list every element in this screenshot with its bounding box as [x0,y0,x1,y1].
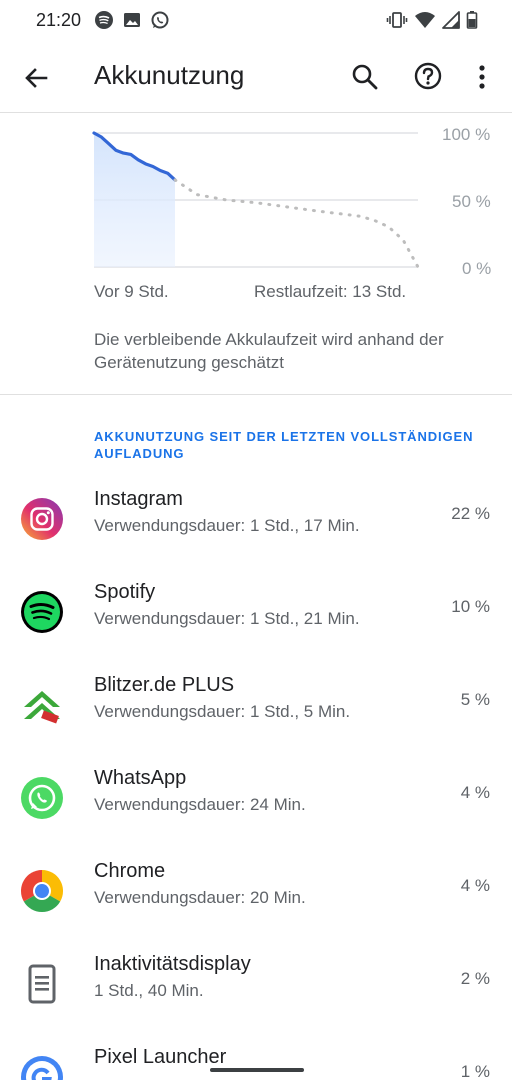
search-button[interactable] [350,62,380,92]
section-divider [0,394,512,395]
more-options-button[interactable] [472,62,492,92]
app-battery-percent: 4 % [460,783,490,802]
search-icon [352,64,378,90]
instagram-icon [20,497,64,541]
whatsapp-icon [20,776,64,820]
app-name: Blitzer.de PLUS [94,674,235,696]
app-name: Spotify [94,581,156,603]
list-item-ambient-display[interactable]: Inaktivitätsdisplay 1 Std., 40 Min. 2 % [0,945,512,1038]
app-bar: Akkunutzung [0,40,512,113]
chrome-icon [20,869,64,913]
app-name: Chrome [94,860,166,882]
list-item-spotify[interactable]: Spotify Verwendungsdauer: 1 Std., 21 Min… [0,573,512,666]
app-usage-duration: Verwendungsdauer: 1 Std., 21 Min. [94,609,360,628]
app-battery-percent: 5 % [460,690,490,709]
page-title: Akkunutzung [94,60,245,90]
status-time: 21:20 [36,10,82,30]
whatsapp-icon [150,10,170,35]
estimate-note: Die verbleibende Akkulaufzeit wird anhan… [94,330,444,372]
battery-icon [466,10,478,35]
list-item-whatsapp[interactable]: WhatsApp Verwendungsdauer: 24 Min. 4 % [0,759,512,852]
chart-x-end-label: Restlaufzeit: 13 Std. [254,282,407,301]
display-icon [20,962,64,1006]
list-item-blitzer[interactable]: Blitzer.de PLUS Verwendungsdauer: 1 Std.… [0,666,512,759]
list-item-pixel-launcher[interactable]: Pixel Launcher 1 % [0,1038,512,1080]
chart-series-line-projected [173,178,420,269]
app-battery-percent: 22 % [451,504,490,523]
spotify-icon [94,10,114,35]
more-vert-icon [479,65,485,89]
signal-icon [442,10,460,35]
gesture-nav-handle[interactable] [210,1068,304,1072]
app-battery-percent: 10 % [451,597,490,616]
app-usage-duration: 1 Std., 40 Min. [94,981,204,1000]
wifi-icon [414,10,436,35]
help-button[interactable] [412,60,444,92]
y-tick-100: 100 % [442,125,491,144]
app-usage-duration: Verwendungsdauer: 1 Std., 17 Min. [94,516,360,535]
spotify-icon [20,590,64,634]
app-usage-duration: Verwendungsdauer: 24 Min. [94,795,306,814]
back-button[interactable] [20,62,52,94]
chart-x-start-label: Vor 9 Std. [94,282,169,301]
app-battery-percent: 2 % [460,969,490,988]
pixel-launcher-icon [20,1055,64,1080]
help-icon [414,62,442,90]
chart-area-fill [94,133,175,267]
app-battery-percent: 1 % [460,1062,490,1080]
vibrate-icon [386,10,408,35]
image-icon [122,10,142,35]
list-item-chrome[interactable]: Chrome Verwendungsdauer: 20 Min. 4 % [0,852,512,945]
list-item-instagram[interactable]: Instagram Verwendungsdauer: 1 Std., 17 M… [0,480,512,573]
app-battery-percent: 4 % [460,876,490,895]
app-name: WhatsApp [94,767,187,789]
y-tick-50: 50 % [452,192,491,211]
arrow-back-icon [25,68,48,88]
app-name: Instagram [94,488,183,510]
app-name: Inaktivitätsdisplay [94,953,251,975]
section-header: AKKUNUTZUNG SEIT DER LETZTEN VOLLSTÄNDIG… [94,429,474,461]
app-usage-duration: Verwendungsdauer: 20 Min. [94,888,306,907]
app-name: Pixel Launcher [94,1046,227,1068]
app-usage-duration: Verwendungsdauer: 1 Std., 5 Min. [94,702,351,721]
y-tick-0: 0 % [462,259,492,278]
status-bar: 21:20 [0,0,512,40]
blitzer-icon [20,683,64,727]
